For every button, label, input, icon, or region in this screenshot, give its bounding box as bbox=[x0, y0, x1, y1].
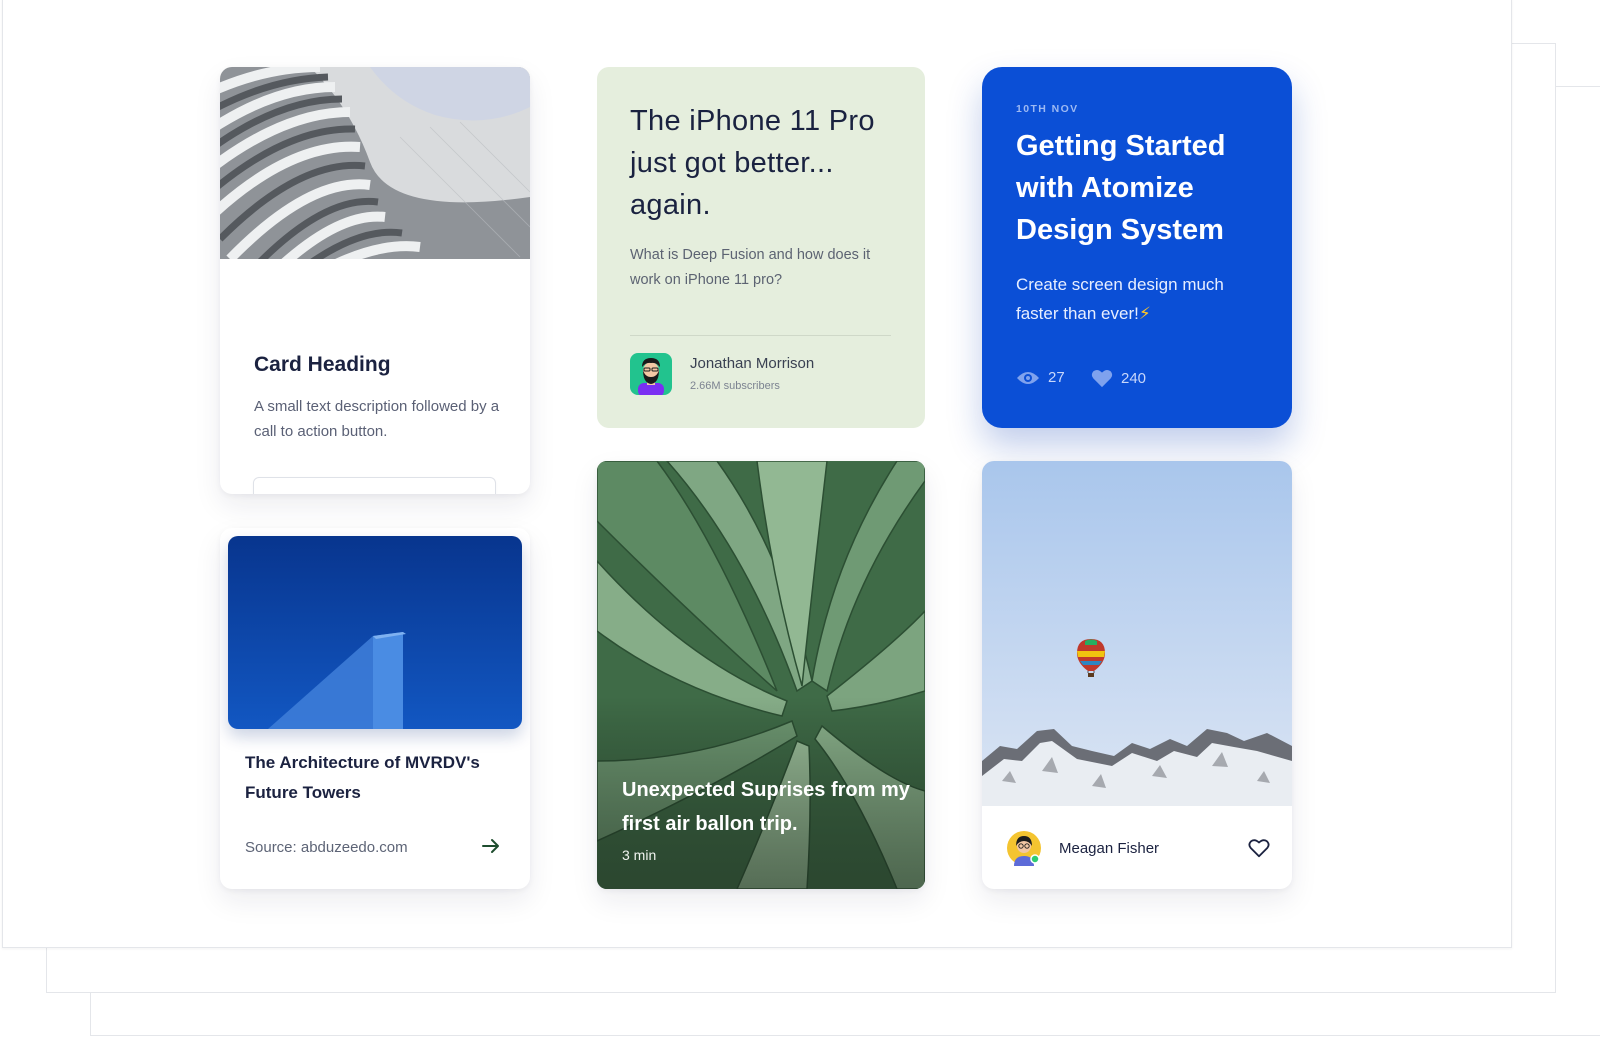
eye-icon bbox=[1017, 371, 1039, 384]
hot-air-balloon-mountains-image bbox=[982, 461, 1292, 806]
likes-stat[interactable]: 240 bbox=[1091, 369, 1146, 388]
feature-description-text: Create screen design much faster than ev… bbox=[1016, 275, 1224, 323]
woman-avatar-icon[interactable] bbox=[1006, 830, 1042, 866]
author-name[interactable]: Meagan Fisher bbox=[1059, 840, 1159, 857]
heart-outline-icon[interactable] bbox=[1248, 837, 1270, 859]
author-name[interactable]: Jonathan Morrison bbox=[690, 355, 814, 372]
card-photo[interactable]: Meagan Fisher bbox=[982, 461, 1292, 889]
card-article[interactable]: The iPhone 11 Pro just got better... aga… bbox=[597, 67, 925, 428]
article-description: What is Deep Fusion and how does it work… bbox=[630, 247, 871, 288]
card-feature[interactable]: 10TH NOV Getting Started with Atomize De… bbox=[982, 67, 1292, 428]
article-title: The iPhone 11 Pro just got better... aga… bbox=[630, 105, 875, 221]
link-title: The Architecture of MVRDV's Future Tower… bbox=[245, 753, 480, 802]
likes-count: 240 bbox=[1121, 370, 1147, 387]
views-stat: 27 bbox=[1016, 369, 1065, 386]
card-link[interactable]: The Architecture of MVRDV's Future Tower… bbox=[220, 528, 530, 889]
story-title: Unexpected Suprises from my first air ba… bbox=[622, 779, 910, 835]
divider bbox=[630, 335, 891, 336]
bearded-man-avatar-icon[interactable] bbox=[630, 353, 672, 395]
read-time: 3 min bbox=[622, 847, 657, 863]
heart-icon[interactable] bbox=[1091, 369, 1113, 388]
post-date: 10TH NOV bbox=[1016, 103, 1079, 115]
feature-description: Create screen design much faster than ev… bbox=[1016, 270, 1256, 328]
blue-tower-image bbox=[228, 536, 522, 729]
lightning-icon: ⚡ bbox=[1138, 304, 1151, 323]
feature-title: Getting Started with Atomize Design Syst… bbox=[1016, 130, 1226, 246]
views-count: 27 bbox=[1048, 369, 1065, 386]
card-basic: Card Heading A small text description fo… bbox=[220, 67, 530, 494]
arrow-right-icon[interactable] bbox=[480, 835, 502, 857]
abstract-architecture-image bbox=[220, 67, 530, 259]
source-link[interactable]: Source: abduzeedo.com bbox=[245, 839, 408, 856]
card-story[interactable]: Unexpected Suprises from my first air ba… bbox=[597, 461, 925, 889]
subscriber-count: 2.66M subscribers bbox=[690, 380, 780, 392]
card-description: A small text description followed by a c… bbox=[254, 398, 500, 440]
go-somewhere-button[interactable]: Go Somewhere bbox=[253, 477, 496, 494]
card-heading: Card Heading bbox=[254, 353, 391, 376]
